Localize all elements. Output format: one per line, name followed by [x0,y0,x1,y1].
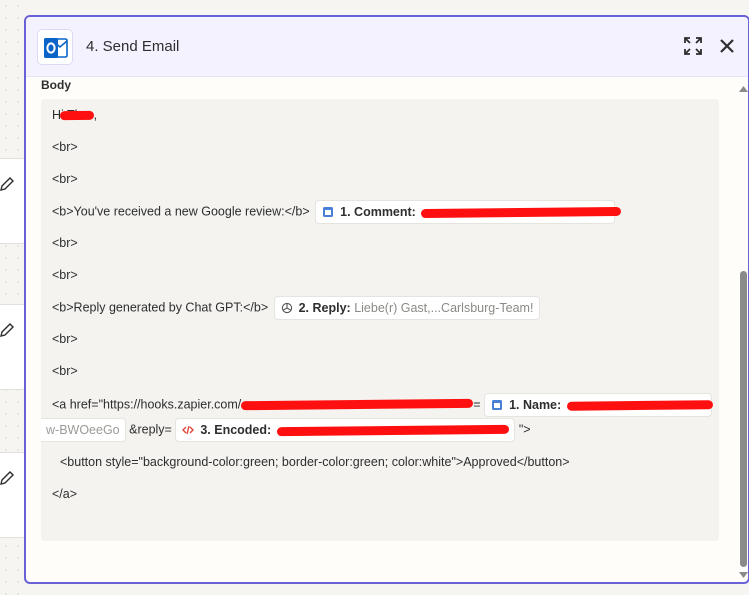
name-pill-label: 1. Name: [509,398,562,412]
redaction-mark [421,207,621,219]
expand-button[interactable] [682,35,704,57]
scrollbar[interactable] [737,77,748,582]
editor-line: <br> [52,332,78,346]
editor-line: Hi Th, [52,104,97,126]
editor-line: <br> [52,364,78,378]
editor-line: <button style="background-color:green; b… [60,455,570,469]
send-email-modal: 4. Send Email Body Hi Th, <br> <br> <b>Y… [24,15,749,584]
google-business-icon [323,207,334,217]
expand-icon [684,37,702,55]
editor-line: <b>You've received a new Google review:<… [52,200,616,224]
outlook-icon [37,29,73,65]
href-equals: = [473,397,481,412]
reply-param-text: &reply= [129,422,172,437]
pencil-icon[interactable] [0,323,14,337]
editor-line: w-BWOeeGo &reply= 3. Encoded: "> [41,418,531,442]
body-field-label: Body [41,78,71,92]
href-close-text: "> [518,422,531,437]
redaction-mark [241,399,473,411]
greeting-suffix: , [93,108,98,122]
modal-title: 4. Send Email [86,38,180,55]
editor-line: <br> [52,268,78,282]
body-editor[interactable]: Hi Th, <br> <br> <b>You've received a ne… [41,99,719,541]
href-prefix-text: <a href="https://hooks.zapier.com/ [52,397,242,412]
name-pill-continuation[interactable]: w-BWOeeGo [41,418,126,442]
close-button[interactable] [716,35,738,57]
openai-icon [281,302,292,314]
encoded-field-pill[interactable]: 3. Encoded: [175,418,516,442]
code-icon [182,425,195,435]
editor-line: <br> [52,236,78,250]
scroll-up-icon[interactable] [739,85,748,94]
modal-header: 4. Send Email [26,17,748,77]
redaction-mark [567,400,713,412]
editor-line: <br> [52,140,78,154]
google-business-icon [492,400,503,410]
review-intro-text: <b>You've received a new Google review:<… [52,204,310,219]
redaction-mark [60,110,94,122]
editor-line: <b>Reply generated by Chat GPT:</b> 2. R… [52,296,541,320]
comment-pill-label: 1. Comment: [340,205,416,219]
scrollbar-thumb[interactable] [740,271,747,567]
editor-line: <a href="https://hooks.zapier.com/ = 1. N… [52,393,713,417]
pencil-icon[interactable] [0,177,14,191]
workflow-step-card[interactable] [0,158,26,244]
workflow-step-card[interactable] [0,452,26,538]
editor-line: </a> [52,487,78,501]
reply-intro-text: <b>Reply generated by Chat GPT:</b> [52,300,269,315]
scroll-down-icon[interactable] [739,570,748,579]
editor-line: <br> [52,172,78,186]
redaction-mark [277,425,509,437]
name-field-pill[interactable]: 1. Name: [484,393,713,417]
reply-field-pill[interactable]: 2. Reply: Liebe(r) Gast,...Carlsburg-Tea… [273,296,541,320]
comment-field-pill[interactable]: 1. Comment: [315,200,616,224]
reply-pill-label: 2. Reply: [298,301,351,315]
reply-pill-value: Liebe(r) Gast,...Carlsburg-Team! [354,301,534,315]
encoded-pill-label: 3. Encoded: [200,423,272,437]
close-icon [720,39,734,53]
pencil-icon[interactable] [0,471,14,485]
workflow-step-card[interactable] [0,304,26,390]
